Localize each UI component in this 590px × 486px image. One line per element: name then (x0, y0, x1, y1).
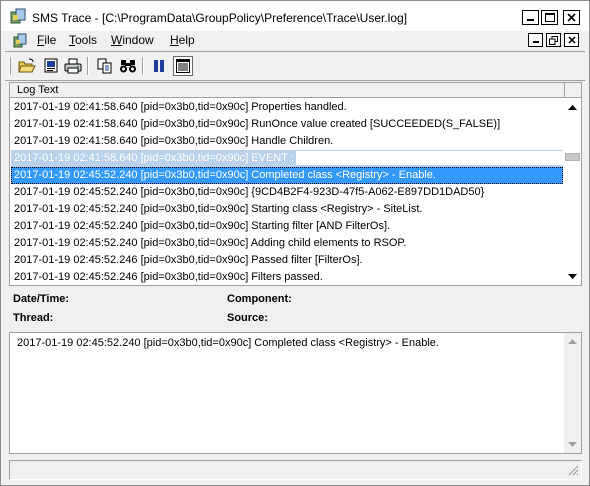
close-button[interactable] (563, 10, 580, 25)
scroll-thumb[interactable] (565, 153, 580, 161)
log-row[interactable]: 2017-01-19 02:41:58.640 [pid=0x3b0,tid=0… (11, 116, 563, 133)
minimize-icon (532, 41, 539, 43)
source-label: Source: (227, 312, 268, 324)
toolbar-separator (142, 57, 144, 75)
maximize-button[interactable] (541, 10, 558, 25)
print-button[interactable] (63, 56, 83, 76)
column-divider (564, 83, 565, 97)
open-icon (18, 58, 36, 73)
toggle-view-icon (176, 59, 190, 73)
log-row[interactable]: 2017-01-19 02:45:52.240 [pid=0x3b0,tid=0… (11, 235, 563, 252)
minimize-button[interactable] (522, 10, 539, 25)
log-row[interactable]: 2017-01-19 02:45:52.240 [pid=0x3b0,tid=0… (11, 201, 563, 218)
minimize-icon (527, 19, 534, 21)
scroll-down-button[interactable] (564, 268, 581, 285)
pause-button[interactable] (149, 56, 169, 76)
status-bar (9, 460, 582, 480)
detail-vertical-scrollbar[interactable] (564, 333, 581, 453)
component-label: Component: (227, 293, 292, 305)
document-restore-button[interactable] (546, 33, 561, 47)
log-row[interactable]: 2017-01-19 02:45:52.246 [pid=0x3b0,tid=0… (11, 252, 563, 269)
log-column-header[interactable]: Log Text (10, 83, 581, 98)
log-row[interactable]: 2017-01-19 02:41:58.640 [pid=0x3b0,tid=0… (11, 133, 563, 150)
print-preview-button[interactable] (41, 56, 61, 76)
arrow-down-icon (568, 441, 577, 447)
menu-bar: File Tools Window Help (1, 31, 589, 50)
sms-trace-app-icon (10, 8, 28, 24)
detail-text: 2017-01-19 02:45:52.240 [pid=0x3b0,tid=0… (17, 337, 439, 349)
restore-icon (549, 35, 558, 45)
copy-icon (97, 58, 112, 74)
arrow-up-icon (568, 104, 577, 110)
log-row[interactable]: 2017-01-19 02:41:58.640 [pid=0x3b0,tid=0… (11, 99, 563, 116)
thread-label: Thread: (13, 312, 54, 324)
scroll-down-button[interactable] (564, 436, 581, 453)
close-icon (567, 13, 576, 22)
log-row[interactable]: 2017-01-19 02:45:52.240 [pid=0x3b0,tid=0… (11, 184, 563, 201)
log-row[interactable]: 2017-01-19 02:45:52.240 [pid=0x3b0,tid=0… (11, 218, 563, 235)
window-title: SMS Trace - [C:\ProgramData\GroupPolicy\… (32, 11, 408, 25)
toolbar (1, 52, 589, 80)
menu-help[interactable]: Help (170, 33, 195, 47)
menu-window[interactable]: Window (111, 33, 154, 47)
find-icon (120, 60, 136, 73)
detail-text-box[interactable]: 2017-01-19 02:45:52.240 [pid=0x3b0,tid=0… (9, 332, 582, 454)
print-preview-icon (44, 58, 58, 73)
log-rows: 2017-01-19 02:41:58.640 [pid=0x3b0,tid=0… (10, 99, 563, 285)
log-list: Log Text 2017-01-19 02:41:58.640 [pid=0x… (9, 82, 582, 286)
scroll-up-button[interactable] (564, 333, 581, 350)
sms-trace-window: SMS Trace - [C:\ProgramData\GroupPolicy\… (0, 0, 590, 486)
open-button[interactable] (17, 56, 37, 76)
row-highlight-gap (295, 151, 563, 166)
menu-tools[interactable]: Tools (69, 33, 97, 47)
log-text-column-label: Log Text (17, 84, 59, 96)
datetime-label: Date/Time: (13, 293, 70, 305)
document-close-button[interactable] (564, 33, 579, 47)
document-minimize-button[interactable] (528, 33, 543, 47)
find-button[interactable] (118, 56, 138, 76)
toolbar-separator (87, 57, 89, 75)
toggle-view-button[interactable] (173, 56, 193, 76)
title-bar: SMS Trace - [C:\ProgramData\GroupPolicy\… (1, 1, 589, 31)
resize-grip-icon[interactable] (567, 464, 579, 479)
log-row-previous-selection[interactable]: 2017-01-19 02:41:58.640 [pid=0x3b0,tid=0… (11, 150, 563, 167)
scroll-up-button[interactable] (564, 99, 581, 116)
log-row-selected[interactable]: 2017-01-19 02:45:52.240 [pid=0x3b0,tid=0… (11, 167, 563, 184)
log-row[interactable]: 2017-01-19 02:45:52.246 [pid=0x3b0,tid=0… (11, 269, 563, 285)
document-system-menu-icon[interactable] (13, 33, 29, 48)
arrow-down-icon (568, 273, 577, 279)
arrow-up-icon (568, 338, 577, 344)
toolbar-divider (5, 80, 585, 81)
toolbar-grip (9, 57, 11, 75)
maximize-icon (544, 13, 555, 22)
log-vertical-scrollbar[interactable] (564, 99, 581, 285)
copy-button[interactable] (95, 56, 115, 76)
close-icon (567, 36, 576, 44)
print-icon (64, 58, 82, 74)
pause-icon (154, 60, 164, 72)
menu-file[interactable]: File (37, 33, 56, 47)
